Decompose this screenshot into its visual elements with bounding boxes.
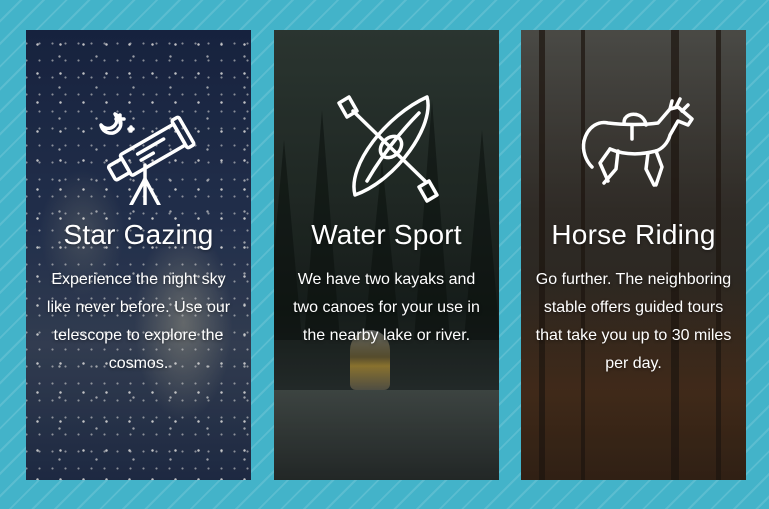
card-title: Horse Riding — [551, 219, 716, 250]
telescope-icon — [79, 85, 199, 205]
activity-card-water-sport: Water Sport We have two kayaks and two c… — [274, 30, 499, 480]
card-title: Water Sport — [311, 219, 462, 250]
activity-card-horse-riding: Horse Riding Go further. The neighboring… — [521, 30, 746, 480]
horse-icon — [574, 85, 694, 205]
card-description: Experience the night sky like never befo… — [46, 271, 231, 372]
card-description: We have two kayaks and two canoes for yo… — [293, 271, 480, 344]
card-description: Go further. The neighboring stable offer… — [535, 271, 732, 372]
card-title: Star Gazing — [63, 219, 214, 250]
kayak-paddle-icon — [327, 85, 447, 205]
activity-card-star-gazing: Star Gazing Experience the night sky lik… — [26, 30, 251, 480]
